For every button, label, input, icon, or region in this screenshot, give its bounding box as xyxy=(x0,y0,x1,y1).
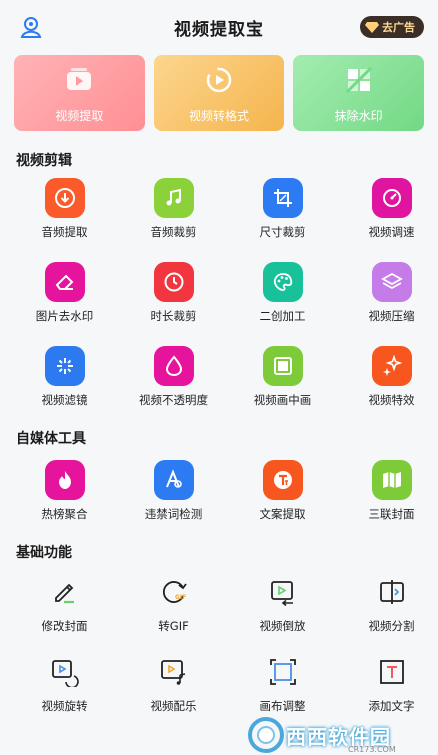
card-video-convert[interactable]: 视频转格式 xyxy=(153,55,285,131)
tool-item[interactable]: 修改封面 xyxy=(10,572,119,634)
drop-icon xyxy=(153,346,194,386)
tool-item[interactable]: 视频画中画 xyxy=(228,346,337,408)
tool-label: 视频画中画 xyxy=(253,393,312,407)
music-video-icon xyxy=(154,652,194,692)
stars-icon xyxy=(371,346,412,386)
tool-label: 音频提取 xyxy=(41,225,88,239)
card-label: 视频提取 xyxy=(55,109,104,123)
tool-label: 视频旋转 xyxy=(41,699,88,713)
clock-icon xyxy=(153,262,194,302)
layers-icon xyxy=(371,262,412,302)
tool-label: 图片去水印 xyxy=(35,309,94,323)
tool-item[interactable]: 三联封面 xyxy=(337,460,438,522)
tool-item[interactable]: 音频裁剪 xyxy=(119,178,228,240)
section-title-media-tools: 自媒体工具 xyxy=(16,431,86,447)
tool-item[interactable]: 时长裁剪 xyxy=(119,262,228,324)
tool-item[interactable]: 视频滤镜 xyxy=(10,346,119,408)
header: 视频提取宝 去广告 xyxy=(0,0,438,54)
card-video-extract[interactable]: 视频提取 xyxy=(14,55,145,131)
tool-label: 视频倒放 xyxy=(259,619,306,633)
crop-icon xyxy=(262,178,303,218)
tool-item[interactable]: 违禁词检测 xyxy=(119,460,228,522)
tool-item[interactable]: 图片去水印 xyxy=(10,262,119,324)
flame-icon xyxy=(44,460,85,500)
tool-item[interactable]: 视频分割 xyxy=(337,572,438,634)
tool-label: 热榜聚合 xyxy=(41,507,88,521)
split-icon xyxy=(372,572,412,612)
reverse-icon xyxy=(263,572,303,612)
edit-cover-icon xyxy=(45,572,85,612)
music-note-icon xyxy=(153,178,194,218)
tool-label: 视频不透明度 xyxy=(139,393,208,407)
section-title-basic: 基础功能 xyxy=(16,545,72,561)
palette-icon xyxy=(262,262,303,302)
remove-ads-label: 去广告 xyxy=(382,21,415,34)
speed-icon xyxy=(371,178,412,218)
tool-label: 音频裁剪 xyxy=(150,225,197,239)
tool-label: 违禁词检测 xyxy=(144,507,203,521)
gif-icon: GIF xyxy=(154,572,194,612)
tool-label: 添加文字 xyxy=(368,699,415,713)
tool-label: 尺寸裁剪 xyxy=(259,225,306,239)
tool-label: 二创加工 xyxy=(259,309,306,323)
card-label: 视频转格式 xyxy=(189,109,250,123)
tool-label: 视频滤镜 xyxy=(41,393,88,407)
site-watermark: 西西软件园 CR173.COM xyxy=(238,715,438,755)
text-extract-icon xyxy=(262,460,303,500)
download-icon xyxy=(44,178,85,218)
tool-label: 视频分割 xyxy=(368,619,415,633)
tool-label: 文案提取 xyxy=(259,507,306,521)
add-text-icon xyxy=(372,652,412,692)
sparkle-icon xyxy=(44,346,85,386)
erase-watermark-icon xyxy=(345,66,372,94)
map-icon xyxy=(371,460,412,500)
tool-item[interactable]: 视频旋转 xyxy=(10,652,119,714)
tool-label: 画布调整 xyxy=(259,699,306,713)
tool-item[interactable]: 尺寸裁剪 xyxy=(228,178,337,240)
tool-item[interactable]: 二创加工 xyxy=(228,262,337,324)
tool-label: 视频特效 xyxy=(368,393,415,407)
diamond-icon xyxy=(365,21,379,33)
tool-label: 视频压缩 xyxy=(368,309,415,323)
tool-item[interactable]: 视频特效 xyxy=(337,346,438,408)
tool-item[interactable]: 视频倒放 xyxy=(228,572,337,634)
tool-label: 视频配乐 xyxy=(150,699,197,713)
tool-item[interactable]: 视频压缩 xyxy=(337,262,438,324)
watermark-logo-icon xyxy=(248,717,284,753)
remove-ads-button[interactable]: 去广告 xyxy=(360,16,424,38)
rotate-icon xyxy=(45,652,85,692)
tool-item[interactable]: 视频不透明度 xyxy=(119,346,228,408)
tool-label: 三联封面 xyxy=(368,507,415,521)
card-erase-watermark[interactable]: 抹除水印 xyxy=(293,55,425,131)
section-title-video-edit: 视频剪辑 xyxy=(16,153,72,169)
convert-icon xyxy=(206,67,232,93)
feature-cards: 视频提取 视频转格式 抹除水印 xyxy=(14,55,425,131)
video-extract-icon xyxy=(67,68,92,90)
tool-label: 转GIF xyxy=(158,619,189,633)
tool-item[interactable]: 音频提取 xyxy=(10,178,119,240)
tool-item[interactable]: GIF 转GIF xyxy=(119,572,228,634)
tool-item[interactable]: 画布调整 xyxy=(228,652,337,714)
tool-label: 时长裁剪 xyxy=(150,309,197,323)
tool-label: 修改封面 xyxy=(41,619,88,633)
tool-item[interactable]: 视频配乐 xyxy=(119,652,228,714)
tool-item[interactable]: 热榜聚合 xyxy=(10,460,119,522)
card-label: 抹除水印 xyxy=(334,109,383,123)
eraser-icon xyxy=(44,262,85,302)
tool-label: 视频调速 xyxy=(368,225,415,239)
text-search-icon xyxy=(153,460,194,500)
canvas-icon xyxy=(263,652,303,692)
watermark-sub: CR173.COM xyxy=(348,745,396,754)
tool-item[interactable]: 视频调速 xyxy=(337,178,438,240)
pip-icon xyxy=(262,346,303,386)
tool-item[interactable]: 添加文字 xyxy=(337,652,438,714)
tool-item[interactable]: 文案提取 xyxy=(228,460,337,522)
svg-text:GIF: GIF xyxy=(175,594,186,601)
